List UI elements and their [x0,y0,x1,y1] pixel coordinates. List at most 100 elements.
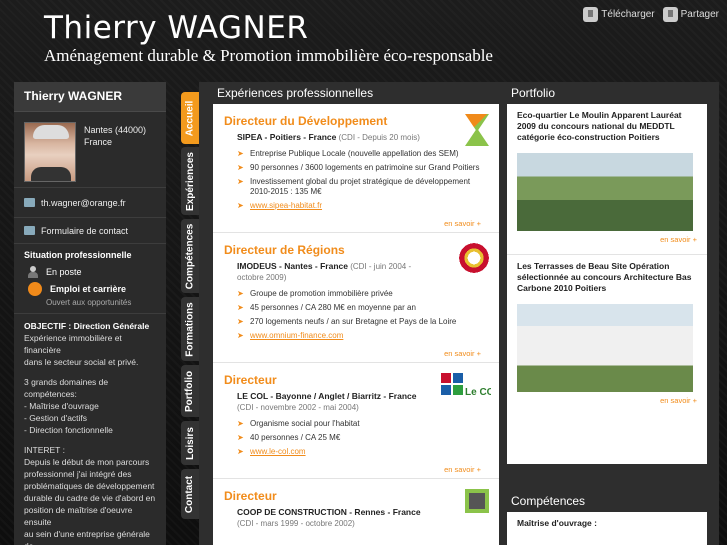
competence-heading: Maîtrise d'ouvrage : [517,518,597,528]
experience-item: Directeur COOP DE CONSTRUCTION - Rennes … [213,479,499,529]
download-label: Télécharger [601,9,655,20]
share-button[interactable]: Partager [662,7,719,22]
share-icon [662,7,678,22]
contact-label: Formulaire de contact [41,225,129,236]
email-link[interactable]: th.wagner@orange.fr [14,188,166,218]
competences-box: Maîtrise d'ouvrage : [507,512,707,545]
location-city: Nantes (44000) [84,125,147,135]
objective-line [24,368,156,376]
profile-card: Nantes (44000) France [14,112,166,188]
experience-company: COOP DE CONSTRUCTION - Rennes - France (… [237,507,421,528]
objective-line: professionnel j'ai intégré des [24,469,132,479]
download-icon [583,7,599,22]
objective-line: durable du cadre de vie d'abord en [24,493,156,503]
tab-formations[interactable]: Formations [181,297,199,361]
more-link[interactable]: en savoir + [517,231,697,248]
objective-line: - Gestion d'actifs [24,413,88,423]
objective-line: INTERET : [24,445,65,455]
competences-heading: Compétences [511,494,586,508]
portfolio-heading: Portfolio [511,86,556,100]
form-icon [24,226,35,235]
tab-accueil[interactable]: Accueil [181,92,199,144]
experience-company: SIPEA - Poitiers - France (CDI - Depuis … [237,132,420,142]
portfolio-item: Eco-quartier Le Moulin Apparent Lauréat … [507,104,707,255]
portfolio-image[interactable] [517,304,693,392]
coop-logo [465,489,489,513]
objective-line: Expérience immobilière et financière [24,333,122,355]
experience-item: Le COL Directeur LE COL - Bayonne / Angl… [213,363,499,479]
main-panel: Expériences professionnelles Portfolio D… [199,82,719,545]
portfolio-image[interactable] [517,153,693,231]
company-link[interactable]: www.omnium-finance.com [237,331,489,341]
experience-item: Directeur de Régions IMODEUS - Nantes - … [213,233,499,363]
top-actions: Télécharger Partager [583,7,719,22]
jobs-sub: Ouvert aux opportunités [46,298,132,307]
portfolio-item: Les Terrasses de Beau Site Opération sél… [507,255,707,415]
tab-portfolio[interactable]: Portfolio [181,365,199,417]
experience-item: Directeur du Développement SIPEA - Poiti… [213,104,499,233]
experience-bullets: Organisme social pour l'habitat 40 perso… [237,419,489,457]
email-label: th.wagner@orange.fr [41,197,126,208]
briefcase-icon [28,282,42,296]
company-link[interactable]: www.le-col.com [237,447,489,457]
experience-bullets: Entreprise Publique Locale (nouvelle app… [237,149,489,211]
bullet: Organisme social pour l'habitat [237,419,489,429]
imodeus-logo [459,243,489,273]
objective-line: au sein d'une entreprise générale de [24,529,150,545]
situation-heading: Situation professionnelle [24,250,132,260]
bullet: Entreprise Publique Locale (nouvelle app… [237,149,489,159]
more-link[interactable]: en savoir + [224,461,489,478]
svg-text:Le COL: Le COL [465,387,491,398]
objective-line: 3 grands domaines de [24,377,109,387]
experience-title[interactable]: Directeur [224,489,489,503]
objective-label: OBJECTIF : Direction Générale [24,321,150,331]
experience-title[interactable]: Directeur de Régions [224,243,489,257]
page-title: Thierry WAGNER [44,10,309,46]
avatar [24,122,76,182]
location-country: France [84,137,113,147]
download-button[interactable]: Télécharger [583,7,655,22]
portfolio-title[interactable]: Eco-quartier Le Moulin Apparent Lauréat … [517,110,697,143]
share-label: Partager [680,9,719,20]
more-link[interactable]: en savoir + [224,345,489,362]
status-item: En poste [28,266,156,278]
sidebar-title: Thierry WAGNER [14,82,166,112]
portfolio-title[interactable]: Les Terrasses de Beau Site Opération sél… [517,261,697,294]
objective-line [24,436,156,444]
jobs-label: Emploi et carrière [50,284,127,294]
tab-experiences[interactable]: Expériences [181,147,199,215]
experience-title[interactable]: Directeur du Développement [224,114,489,128]
contact-form-link[interactable]: Formulaire de contact [14,218,166,244]
profile-sidebar: Thierry WAGNER Nantes (44000) France th.… [14,82,166,545]
more-link[interactable]: en savoir + [517,392,697,409]
objective-line: problématiques de développement [24,481,155,491]
experiences-heading: Expériences professionnelles [217,86,374,100]
bullet: 40 personnes / CA 25 M€ [237,433,489,443]
objective-line: position de maîtrise d'oeuvre ensuite [24,505,133,527]
objective-line: compétences: [24,389,77,399]
objective-text: OBJECTIF : Direction Générale Expérience… [14,314,166,545]
objective-line: - Maîtrise d'ouvrage [24,401,99,411]
bullet: Groupe de promotion immobilière privée [237,289,489,299]
mail-icon [24,198,35,207]
tab-competences[interactable]: Compétences [181,219,199,293]
situation-section: Situation professionnelle En poste Emplo… [14,244,166,314]
person-icon [28,266,38,278]
jobs-item[interactable]: Emploi et carrière [28,282,156,296]
objective-lines: Expérience immobilière et financière dans… [24,332,156,545]
status-label: En poste [46,267,82,277]
objective-line: - Direction fonctionnelle [24,425,113,435]
lecol-logo: Le COL [441,373,499,399]
page-subtitle: Aménagement durable & Promotion immobili… [44,46,493,65]
location: Nantes (44000) France [84,124,146,177]
tab-loisirs[interactable]: Loisirs [181,421,199,465]
tab-contact[interactable]: Contact [181,469,199,519]
experience-company: IMODEUS - Nantes - France (CDI - juin 20… [237,261,412,282]
objective-line: Depuis le début de mon parcours [24,457,150,467]
company-link[interactable]: www.sipea-habitat.fr [237,201,489,211]
bullet: 90 personnes / 3600 logements en patrimo… [237,163,489,173]
more-link[interactable]: en savoir + [224,215,489,232]
bullet: 45 personnes / CA 280 M€ en moyenne par … [237,303,489,313]
objective-line: dans le secteur social et privé. [24,357,139,367]
sipea-logo [465,114,489,146]
